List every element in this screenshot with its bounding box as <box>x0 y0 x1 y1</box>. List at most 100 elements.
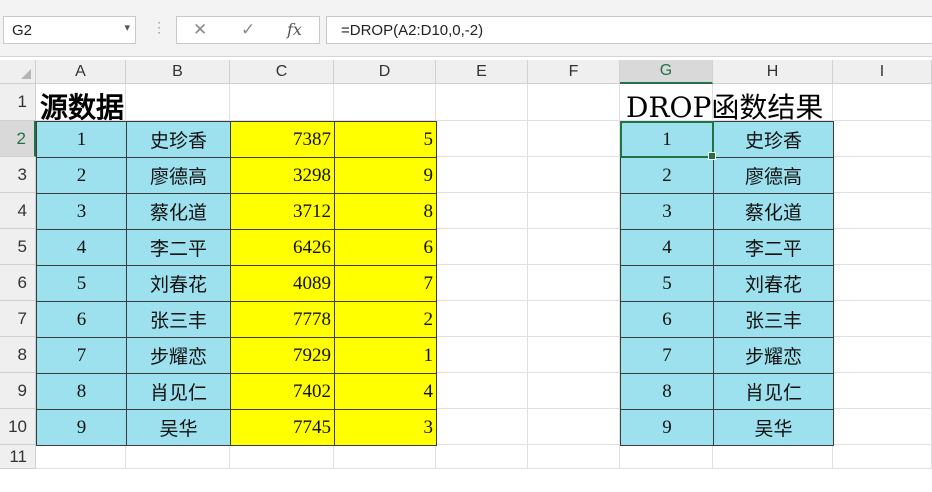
cell-e1[interactable] <box>436 84 528 121</box>
source-cell[interactable]: 5 <box>334 121 437 158</box>
drag-handle-icon[interactable]: ⋮ <box>152 19 166 36</box>
source-cell[interactable]: 史珍香 <box>126 121 231 158</box>
cell-f1[interactable] <box>528 84 620 121</box>
column-header-h[interactable]: H <box>713 60 833 84</box>
source-cell[interactable]: 7387 <box>230 121 335 158</box>
cell-c1[interactable] <box>230 84 334 121</box>
cell-f4[interactable] <box>528 193 620 229</box>
cell-c11[interactable] <box>230 445 334 469</box>
cell-f5[interactable] <box>528 229 620 265</box>
source-cell[interactable]: 8 <box>334 193 437 230</box>
formula-input[interactable]: =DROP(A2:D10,0,-2) <box>326 16 932 44</box>
source-cell[interactable]: 6 <box>334 229 437 266</box>
source-cell[interactable]: 廖德高 <box>126 157 231 194</box>
cell-e3[interactable] <box>436 157 528 193</box>
row-header-2[interactable]: 2 <box>0 121 36 157</box>
source-cell[interactable]: 4089 <box>230 265 335 302</box>
cell-i1[interactable] <box>833 84 932 121</box>
result-cell[interactable]: 李二平 <box>713 229 834 266</box>
source-cell[interactable]: 7778 <box>230 301 335 338</box>
source-cell[interactable]: 4 <box>334 373 437 410</box>
column-header-b[interactable]: B <box>126 60 230 84</box>
cell-d11[interactable] <box>334 445 436 469</box>
cell-g11[interactable] <box>620 445 713 469</box>
result-cell[interactable]: 5 <box>620 265 714 302</box>
result-cell[interactable]: 史珍香 <box>713 121 834 158</box>
cell-e6[interactable] <box>436 265 528 301</box>
cell-i5[interactable] <box>833 229 932 265</box>
row-header-5[interactable]: 5 <box>0 229 36 265</box>
cell-e11[interactable] <box>436 445 528 469</box>
result-cell[interactable]: 张三丰 <box>713 301 834 338</box>
cell-f3[interactable] <box>528 157 620 193</box>
source-cell[interactable]: 7402 <box>230 373 335 410</box>
source-cell[interactable]: 8 <box>36 373 127 410</box>
source-cell[interactable]: 2 <box>334 301 437 338</box>
source-cell[interactable]: 步耀恋 <box>126 337 231 374</box>
column-header-i[interactable]: I <box>833 60 932 84</box>
cell-b11[interactable] <box>126 445 230 469</box>
cell-d1[interactable] <box>334 84 436 121</box>
column-header-d[interactable]: D <box>334 60 436 84</box>
cell-b1[interactable] <box>126 84 230 121</box>
source-cell[interactable]: 4 <box>36 229 127 266</box>
row-header-9[interactable]: 9 <box>0 373 36 409</box>
source-cell[interactable]: 刘春花 <box>126 265 231 302</box>
cell-h11[interactable] <box>713 445 833 469</box>
source-cell[interactable]: 3298 <box>230 157 335 194</box>
result-cell[interactable]: 2 <box>620 157 714 194</box>
source-cell[interactable]: 9 <box>36 409 127 446</box>
source-cell[interactable]: 3712 <box>230 193 335 230</box>
row-header-3[interactable]: 3 <box>0 157 36 193</box>
cell-i4[interactable] <box>833 193 932 229</box>
cell-e2[interactable] <box>436 121 528 157</box>
cell-i2[interactable] <box>833 121 932 157</box>
result-cell[interactable]: 廖德高 <box>713 157 834 194</box>
column-header-e[interactable]: E <box>436 60 528 84</box>
cell-f6[interactable] <box>528 265 620 301</box>
cell-i9[interactable] <box>833 373 932 409</box>
column-header-g[interactable]: G <box>620 60 713 84</box>
cell-e8[interactable] <box>436 337 528 373</box>
result-cell[interactable]: 吴华 <box>713 409 834 446</box>
result-cell[interactable]: 7 <box>620 337 714 374</box>
source-cell[interactable]: 3 <box>36 193 127 230</box>
result-cell[interactable]: 肖见仁 <box>713 373 834 410</box>
column-header-f[interactable]: F <box>528 60 620 84</box>
cell-e10[interactable] <box>436 409 528 445</box>
source-cell[interactable]: 张三丰 <box>126 301 231 338</box>
cell-e7[interactable] <box>436 301 528 337</box>
cell-i3[interactable] <box>833 157 932 193</box>
result-cell[interactable]: 1 <box>620 121 714 158</box>
cell-i8[interactable] <box>833 337 932 373</box>
result-cell[interactable]: 6 <box>620 301 714 338</box>
cell-f7[interactable] <box>528 301 620 337</box>
source-cell[interactable]: 2 <box>36 157 127 194</box>
cell-i7[interactable] <box>833 301 932 337</box>
cell-f9[interactable] <box>528 373 620 409</box>
chevron-down-icon[interactable]: ▾ <box>124 21 130 34</box>
cancel-icon[interactable]: ✕ <box>193 20 207 40</box>
name-box[interactable]: G2 ▾ <box>3 16 136 44</box>
cell-f2[interactable] <box>528 121 620 157</box>
result-cell[interactable]: 9 <box>620 409 714 446</box>
row-header-11[interactable]: 11 <box>0 445 36 469</box>
result-cell[interactable]: 刘春花 <box>713 265 834 302</box>
source-cell[interactable]: 肖见仁 <box>126 373 231 410</box>
result-cell[interactable]: 8 <box>620 373 714 410</box>
column-header-a[interactable]: A <box>36 60 126 84</box>
source-cell[interactable]: 李二平 <box>126 229 231 266</box>
source-cell[interactable]: 7929 <box>230 337 335 374</box>
cell-i6[interactable] <box>833 265 932 301</box>
row-header-1[interactable]: 1 <box>0 84 36 121</box>
source-cell[interactable]: 7 <box>334 265 437 302</box>
row-header-7[interactable]: 7 <box>0 301 36 337</box>
cell-i10[interactable] <box>833 409 932 445</box>
source-cell[interactable]: 吴华 <box>126 409 231 446</box>
cell-a11[interactable] <box>36 445 126 469</box>
cell-e9[interactable] <box>436 373 528 409</box>
row-header-8[interactable]: 8 <box>0 337 36 373</box>
row-header-10[interactable]: 10 <box>0 409 36 445</box>
source-cell[interactable]: 9 <box>334 157 437 194</box>
insert-function-icon[interactable]: fx <box>287 20 302 39</box>
